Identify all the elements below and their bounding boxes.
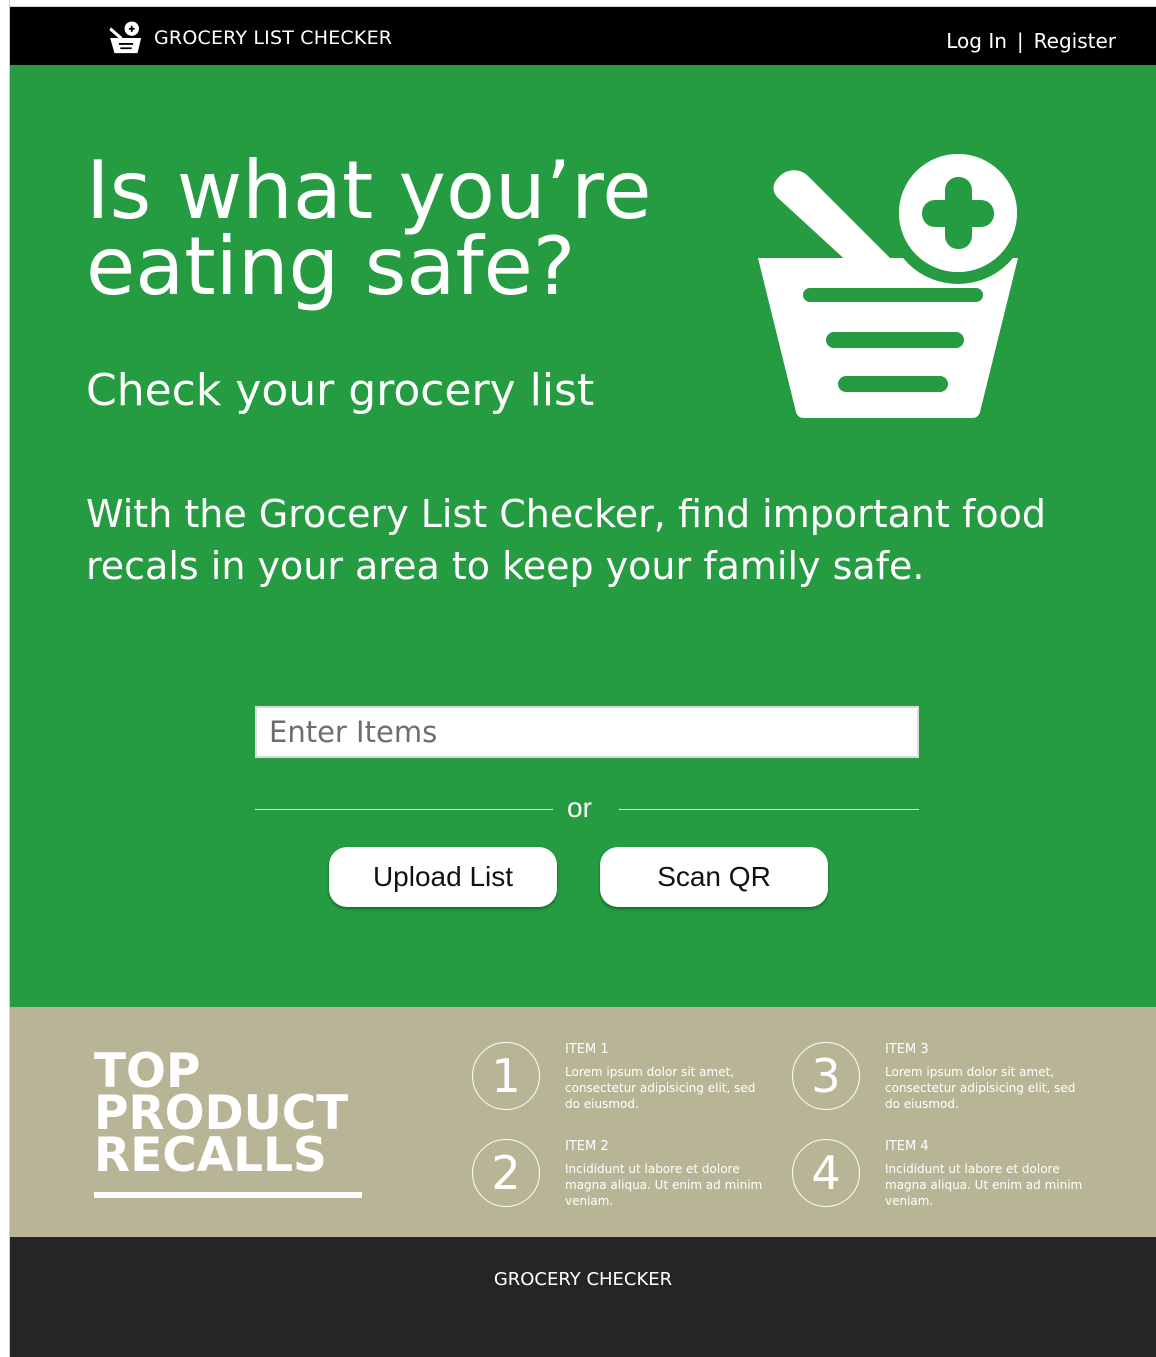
scan-qr-button[interactable]: Scan QR	[600, 847, 828, 907]
recalls-title-line3: RECALLS	[94, 1128, 327, 1183]
footer-brand-text: GROCERY CHECKER	[493, 1269, 673, 1290]
recall-number-badge: 1	[472, 1042, 540, 1110]
divider-line-right	[619, 809, 919, 810]
brand[interactable]: GROCERY LIST CHECKER	[108, 21, 392, 55]
divider-line-left	[255, 809, 553, 810]
auth-separator: |	[1016, 29, 1024, 53]
register-link[interactable]: Register	[1034, 29, 1116, 53]
recalls-title-underline	[94, 1192, 362, 1198]
recall-item-4[interactable]: 4 ITEM 4 Incididunt ut labore et dolore …	[792, 1139, 1092, 1219]
auth-links: Log In | Register	[946, 29, 1116, 53]
recall-number-badge: 4	[792, 1139, 860, 1207]
recall-item-text: Lorem ipsum dolor sit amet, consectetur …	[885, 1065, 1076, 1111]
basket-plus-icon	[109, 21, 142, 54]
page-frame: GROCERY LIST CHECKER Log In | Register I…	[10, 7, 1156, 1357]
footer: GROCERY CHECKER	[10, 1237, 1156, 1357]
hero-description: With the Grocery List Checker, find impo…	[86, 492, 1046, 588]
upload-list-button[interactable]: Upload List	[329, 847, 557, 907]
recall-item-1[interactable]: 1 ITEM 1 Lorem ipsum dolor sit amet, con…	[472, 1042, 772, 1122]
basket-plus-icon	[758, 150, 1029, 418]
recall-item-label: ITEM 1	[565, 1042, 609, 1057]
login-link[interactable]: Log In	[946, 29, 1007, 53]
top-navigation-bar: GROCERY LIST CHECKER Log In | Register	[10, 7, 1156, 65]
recall-item-label: ITEM 2	[565, 1139, 609, 1154]
or-divider: or	[255, 792, 919, 826]
recall-item-label: ITEM 3	[885, 1042, 929, 1057]
or-text: or	[567, 792, 592, 823]
hero-title: Is what you’re eating safe?	[86, 144, 652, 313]
recall-item-label: ITEM 4	[885, 1139, 929, 1154]
top-product-recalls-section: TOP PRODUCT RECALLS 1 ITEM 1 Lorem ipsum…	[10, 1007, 1156, 1237]
hero-section: Is what you’re eating safe? Check your g…	[10, 65, 1156, 1007]
recall-number-badge: 2	[472, 1139, 540, 1207]
recall-item-2[interactable]: 2 ITEM 2 Incididunt ut labore et dolore …	[472, 1139, 772, 1219]
recall-item-3[interactable]: 3 ITEM 3 Lorem ipsum dolor sit amet, con…	[792, 1042, 1092, 1122]
frame-top-border	[0, 0, 1156, 7]
recall-item-text: Incididunt ut labore et dolore magna ali…	[885, 1162, 1083, 1208]
recalls-title: TOP PRODUCT RECALLS	[94, 1048, 394, 1179]
brand-name: GROCERY LIST CHECKER	[154, 27, 393, 49]
recall-item-text: Lorem ipsum dolor sit amet, consectetur …	[565, 1065, 756, 1111]
enter-items-input[interactable]	[255, 706, 919, 758]
frame-left-border	[0, 0, 10, 1357]
recall-number-badge: 3	[792, 1042, 860, 1110]
recall-item-text: Incididunt ut labore et dolore magna ali…	[565, 1162, 763, 1208]
hero-subtitle: Check your grocery list	[86, 365, 595, 416]
